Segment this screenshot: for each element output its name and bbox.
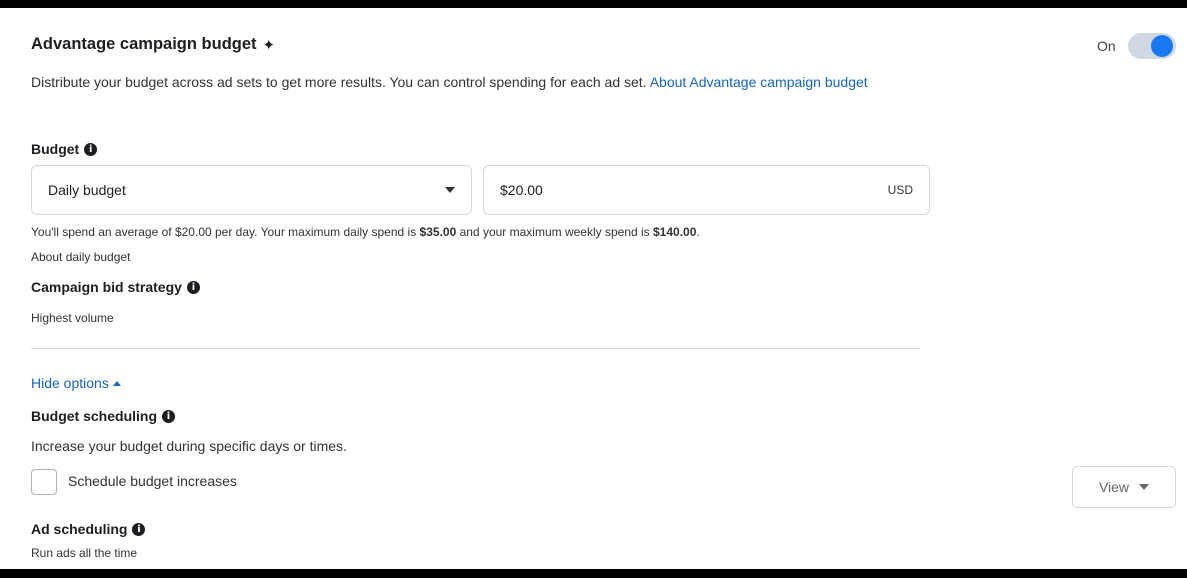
view-button-label: View — [1098, 479, 1130, 495]
bid-strategy-heading: Campaign bid strategy i — [31, 279, 200, 295]
budget-amount-input[interactable]: $20.00 USD — [483, 165, 930, 215]
summary-part1: You'll spend an average of $20.00 per da… — [31, 225, 420, 239]
info-icon[interactable]: i — [84, 142, 98, 156]
ad-scheduling-heading-text: Ad scheduling — [31, 521, 128, 537]
budget-heading: Budget i — [31, 141, 98, 157]
summary-end: . — [696, 225, 700, 239]
sparkle-icon: ✦ — [262, 36, 276, 54]
campaign-budget-panel: Advantage campaign budget ✦ On Distribut… — [0, 8, 1187, 569]
bid-strategy-heading-text: Campaign bid strategy — [31, 279, 182, 295]
campaign-budget-description: Distribute your budget across ad sets to… — [31, 74, 868, 90]
budget-type-value: Daily budget — [48, 182, 126, 198]
budget-summary: You'll spend an average of $20.00 per da… — [31, 225, 700, 239]
budget-scheduling-heading: Budget scheduling i — [31, 408, 175, 424]
hide-options-text: Hide options — [31, 375, 109, 391]
toggle-label: On — [1097, 38, 1116, 54]
campaign-budget-title-text: Advantage campaign budget — [31, 35, 257, 53]
view-button[interactable]: View — [1072, 466, 1176, 508]
campaign-budget-title: Advantage campaign budget ✦ — [31, 35, 275, 54]
budget-type-select[interactable]: Daily budget — [31, 165, 472, 215]
max-daily-spend: $35.00 — [419, 225, 457, 239]
max-weekly-spend: $140.00 — [653, 225, 697, 239]
chevron-down-icon — [445, 187, 455, 193]
toggle-knob — [1151, 35, 1173, 57]
hide-options-link[interactable]: Hide options — [31, 375, 121, 391]
schedule-budget-label[interactable]: Schedule budget increases — [68, 473, 237, 489]
description-text: Distribute your budget across ad sets to… — [31, 74, 647, 90]
about-daily-budget-link[interactable]: About daily budget — [31, 250, 130, 264]
budget-amount-value: $20.00 — [500, 182, 543, 198]
chevron-down-icon — [1139, 484, 1150, 490]
budget-scheduling-description: Increase your budget during specific day… — [31, 438, 347, 454]
caret-up-icon — [112, 380, 121, 386]
budget-scheduling-heading-text: Budget scheduling — [31, 408, 157, 424]
bid-strategy-value: Highest volume — [31, 311, 114, 325]
summary-part2: and your maximum weekly spend is — [456, 225, 653, 239]
info-icon[interactable]: i — [132, 522, 146, 536]
divider — [31, 348, 920, 349]
ad-scheduling-value: Run ads all the time — [31, 546, 138, 560]
budget-heading-text: Budget — [31, 141, 80, 157]
ad-scheduling-heading: Ad scheduling i — [31, 521, 146, 537]
about-campaign-budget-link[interactable]: About Advantage campaign budget — [650, 74, 868, 90]
campaign-budget-toggle[interactable] — [1128, 33, 1176, 59]
schedule-budget-checkbox[interactable] — [31, 469, 57, 495]
currency-label: USD — [887, 183, 913, 197]
info-icon[interactable]: i — [186, 280, 200, 294]
info-icon[interactable]: i — [162, 409, 175, 423]
